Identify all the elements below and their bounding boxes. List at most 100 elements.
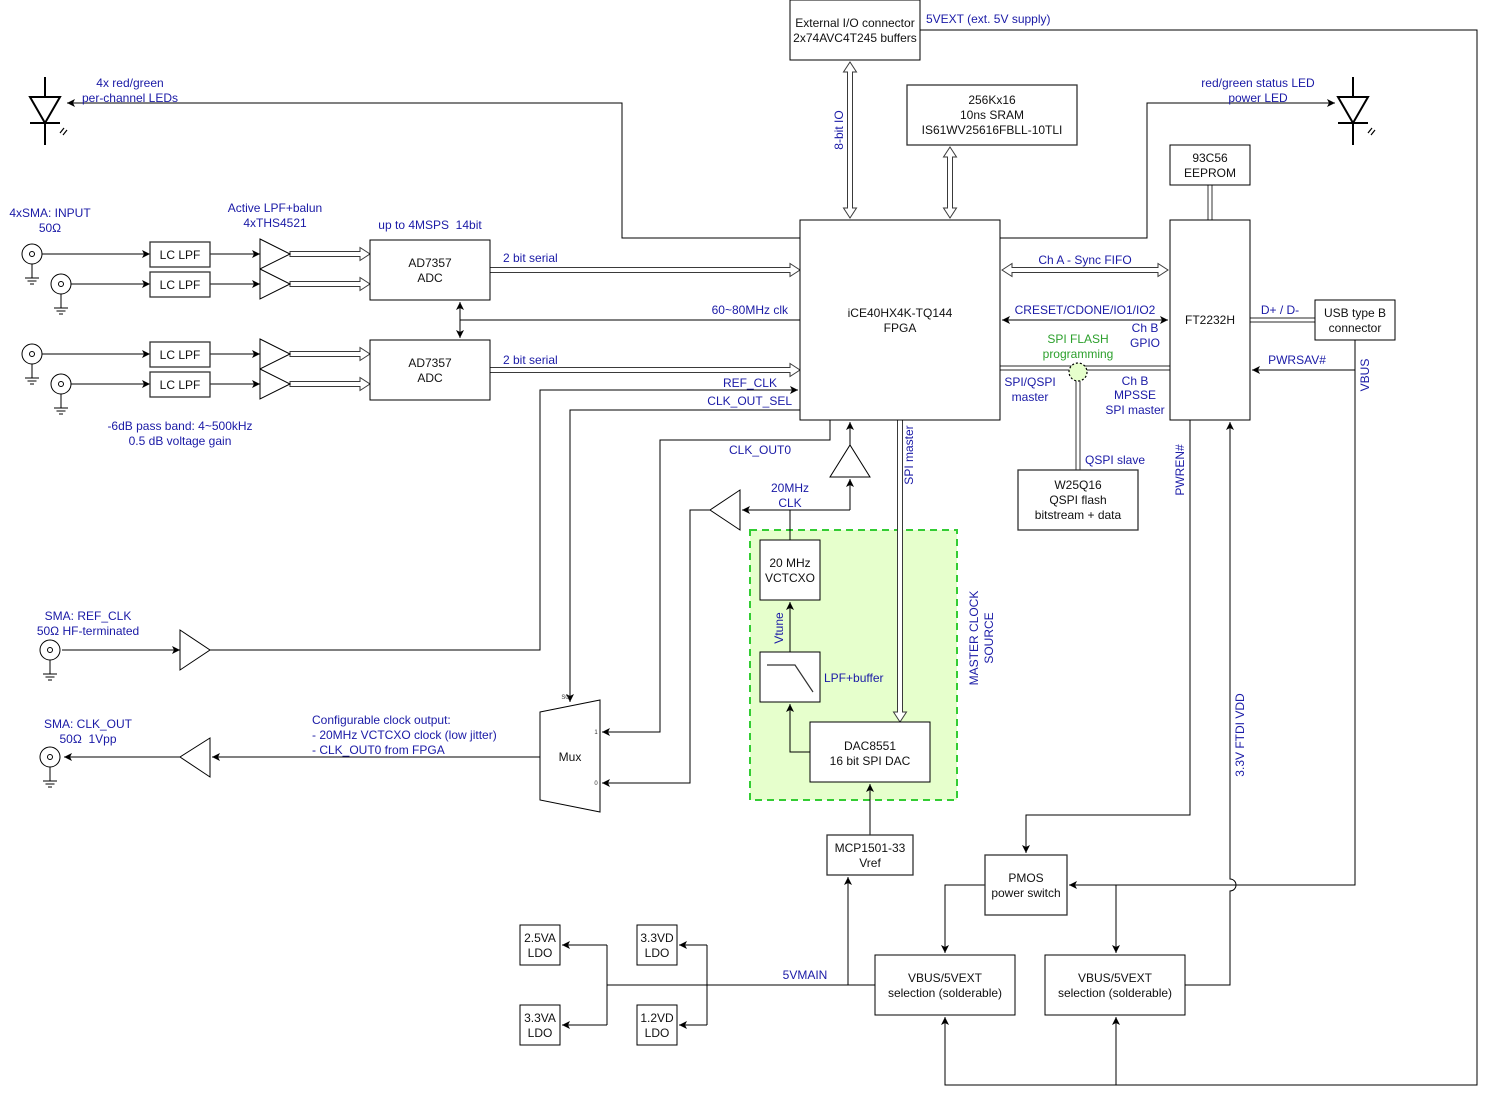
status-leds-label-2: power LED bbox=[1228, 91, 1288, 105]
status-led-icon bbox=[1336, 77, 1376, 145]
ldo-2v5a-block: 2.5VA LDO bbox=[519, 924, 561, 966]
pmos-line1: PMOS bbox=[1008, 871, 1043, 885]
pmos-out-wire bbox=[941, 884, 985, 953]
spi-master-label: SPI master bbox=[902, 425, 916, 484]
sma-connector-icon bbox=[21, 343, 43, 385]
sma-pin bbox=[29, 251, 35, 257]
ldo-line2: LDO bbox=[528, 1026, 553, 1040]
clk-out-desc-line3: - CLK_OUT0 from FPGA bbox=[312, 743, 445, 757]
spi-qspi-master-label-1: SPI/QSPI bbox=[1004, 375, 1055, 389]
vsel-line1: VBUS/5VEXT bbox=[908, 971, 983, 985]
ground-icon bbox=[25, 377, 39, 385]
vbus-selection-block: VBUS/5VEXT selection (solderable) bbox=[1044, 954, 1186, 1016]
serial-bus-arrow bbox=[489, 262, 801, 278]
ch-b-gpio-label-1: Ch B bbox=[1132, 321, 1159, 335]
clk20-label-1: 20MHz bbox=[771, 481, 809, 495]
ground-icon bbox=[25, 277, 39, 285]
spi-flash-prog-label-2: programming bbox=[1043, 347, 1114, 361]
vref-line1: MCP1501-33 bbox=[835, 841, 906, 855]
sma-connector-icon bbox=[21, 243, 43, 285]
vref-block: MCP1501-33 Vref bbox=[826, 834, 914, 876]
diff-pair-arrow bbox=[289, 276, 371, 292]
adc-block: AD7357 ADC bbox=[369, 339, 491, 401]
sram-bus-arrow bbox=[942, 146, 958, 219]
pwren-label: PWREN# bbox=[1173, 444, 1187, 496]
ch-b-gpio-label-2: GPIO bbox=[1130, 336, 1160, 350]
adc-block: AD7357 ADC bbox=[369, 239, 491, 301]
sma-clk-out-label-2: 50Ω 1Vpp bbox=[59, 732, 116, 746]
adc-line2: ADC bbox=[417, 371, 443, 385]
lpf-buffer-block bbox=[759, 651, 821, 703]
sma-connector-icon bbox=[39, 746, 61, 788]
sram-line3: IS61WV25616FBLL-10TLI bbox=[922, 123, 1063, 137]
qspi-slave-bus bbox=[1075, 372, 1081, 470]
mux-block: Mux S0 1 0 bbox=[539, 695, 601, 813]
ft2232h-label: FT2232H bbox=[1185, 313, 1235, 327]
creset-label: CRESET/CDONE/IO1/IO2 bbox=[1015, 303, 1156, 317]
passband-label-2: 0.5 dB voltage gain bbox=[129, 434, 232, 448]
mux-sel-pin: S0 bbox=[561, 695, 569, 701]
ldo-3v3a-block: 3.3VA LDO bbox=[519, 1004, 561, 1046]
ext-supply-wire bbox=[920, 29, 1478, 1086]
qspi-slave-label: QSPI slave bbox=[1085, 453, 1145, 467]
flash-line2: QSPI flash bbox=[1049, 493, 1106, 507]
ldo-line1: 1.2VD bbox=[640, 1011, 674, 1025]
flash-line3: bitstream + data bbox=[1035, 508, 1122, 522]
sram-block: 256Kx16 10ns SRAM IS61WV25616FBLL-10TLI bbox=[906, 84, 1078, 146]
adc-clk-label: 60~80MHz clk bbox=[712, 303, 789, 317]
ext-io-line1: External I/O connector bbox=[795, 16, 914, 30]
ext-io-block: External I/O connector 2x74AVC4T245 buff… bbox=[789, 0, 921, 61]
clk-out-desc-line1: Configurable clock output: bbox=[312, 713, 451, 727]
clk20-mux-wire bbox=[602, 509, 710, 787]
vsel-line2: selection (solderable) bbox=[888, 986, 1002, 1000]
ldo-1v2d-block: 1.2VD LDO bbox=[636, 1004, 678, 1046]
ref-clk-wire bbox=[210, 386, 798, 651]
ref-clk-buffer-icon bbox=[179, 629, 211, 671]
io-bus-label: 8-bit IO bbox=[832, 110, 846, 149]
eeprom-line1: 93C56 bbox=[1192, 151, 1228, 165]
amplifier-icon bbox=[259, 338, 292, 370]
vbus-wire bbox=[1069, 340, 1356, 889]
ch-a-label: Ch A - Sync FIFO bbox=[1038, 253, 1131, 267]
sma-clk-out-label-1: SMA: CLK_OUT bbox=[44, 717, 133, 731]
dac-block: DAC8551 16 bit SPI DAC bbox=[809, 721, 931, 783]
channel-leds-label-1: 4x red/green bbox=[96, 76, 163, 90]
amplifier-icon bbox=[259, 268, 292, 300]
sma-pin bbox=[58, 381, 64, 387]
ldo-line2: LDO bbox=[528, 946, 553, 960]
vbus-label: VBUS bbox=[1358, 359, 1372, 392]
usb-data-label: D+ / D- bbox=[1261, 303, 1299, 317]
main-rail-label: 5VMAIN bbox=[783, 968, 828, 982]
ext-io-line2: 2x74AVC4T245 buffers bbox=[793, 31, 917, 45]
ext-supply-label: 5VEXT (ext. 5V supply) bbox=[926, 12, 1051, 26]
clk-out0-label: CLK_OUT0 bbox=[729, 443, 791, 457]
lc-lpf-block: LC LPF bbox=[149, 371, 211, 398]
lpf-buffer-label: LPF+buffer bbox=[824, 671, 883, 685]
channel-led-icon bbox=[28, 77, 68, 145]
passband-label-1: -6dB pass band: 4~500kHz bbox=[107, 419, 252, 433]
usb-connector-block: USB type B connector bbox=[1314, 299, 1396, 341]
ch-b-mpsse-label-2: MPSSE bbox=[1114, 388, 1156, 402]
ground-icon bbox=[43, 673, 57, 681]
clk-out-sel-label: CLK_OUT_SEL bbox=[707, 394, 792, 408]
diff-pair-arrow bbox=[289, 346, 371, 362]
ftdi-vdd-wire bbox=[1185, 422, 1237, 986]
ldo-line2: LDO bbox=[645, 1026, 670, 1040]
clk-out-buffer-icon bbox=[179, 737, 211, 778]
adc-spec-label: up to 4MSPS 14bit bbox=[378, 218, 482, 232]
eeprom-block: 93C56 EEPROM bbox=[1169, 144, 1251, 186]
sma-ref-clk-label-1: SMA: REF_CLK bbox=[45, 609, 132, 623]
pmos-line2: power switch bbox=[991, 886, 1060, 900]
serial-label: 2 bit serial bbox=[503, 251, 558, 265]
ft2232h-block: FT2232H bbox=[1169, 219, 1251, 421]
block-diagram: External I/O connector 2x74AVC4T245 buff… bbox=[0, 0, 1486, 1094]
status-leds-label-1: red/green status LED bbox=[1201, 76, 1315, 90]
active-lpf-label-1: Active LPF+balun bbox=[228, 201, 322, 215]
ldo-line1: 3.3VA bbox=[524, 1011, 556, 1025]
fpga-line2: FPGA bbox=[884, 321, 917, 335]
vctcxo-line1: 20 MHz bbox=[769, 556, 810, 570]
vctcxo-line2: VCTCXO bbox=[765, 571, 815, 585]
mux-label: Mux bbox=[559, 750, 582, 764]
amplifier-icon bbox=[259, 368, 292, 400]
master-clock-label-1: MASTER CLOCK bbox=[967, 591, 981, 686]
